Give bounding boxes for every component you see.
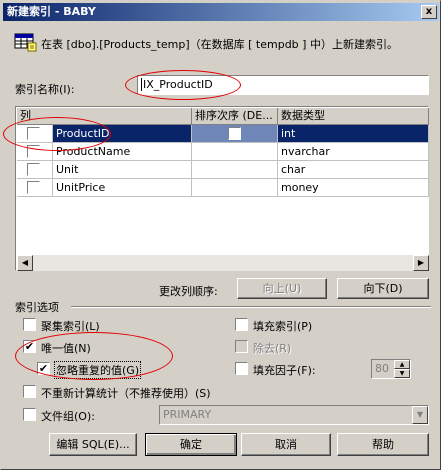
column-name-cell[interactable]: UnitPrice bbox=[53, 179, 192, 197]
column-name-cell[interactable]: Unit bbox=[53, 161, 192, 179]
sort-order-cell[interactable] bbox=[192, 143, 278, 161]
new-index-dialog: 新建索引 - BABY x 在表 [dbo].[Products_temp]（在… bbox=[0, 0, 441, 470]
table-row[interactable]: ✔ ProductID int bbox=[17, 125, 429, 143]
window-title: 新建索引 - BABY bbox=[7, 5, 96, 18]
columns-grid[interactable]: 列 排序次序 (DE... 数据类型 ✔ ProductID int Produ… bbox=[15, 106, 429, 271]
ignore-dup-label[interactable]: 忽略重复的值(G) bbox=[54, 361, 142, 379]
column-name-cell[interactable]: ProductName bbox=[53, 143, 192, 161]
pad-index-label[interactable]: 填充索引(P) bbox=[253, 318, 312, 334]
row-check-cell bbox=[17, 161, 53, 179]
data-type-cell[interactable]: int bbox=[278, 125, 429, 143]
title-bar[interactable]: 新建索引 - BABY x bbox=[3, 3, 439, 21]
table-row[interactable]: Unit char bbox=[17, 161, 429, 179]
grid-header-data-type[interactable]: 数据类型 bbox=[278, 108, 429, 125]
sort-order-checkbox[interactable] bbox=[228, 127, 241, 140]
index-options-label: 索引选项 bbox=[15, 301, 59, 314]
column-checkbox[interactable] bbox=[27, 145, 40, 158]
horizontal-scrollbar[interactable]: ◀ ▶ bbox=[17, 255, 429, 271]
table-row[interactable]: ProductName nvarchar bbox=[17, 143, 429, 161]
unique-label[interactable]: 唯一值(N) bbox=[41, 340, 91, 356]
clustered-checkbox[interactable] bbox=[23, 318, 36, 331]
sort-order-cell[interactable] bbox=[192, 179, 278, 197]
grid-header-sort-order[interactable]: 排序次序 (DE... bbox=[192, 108, 278, 125]
close-icon: x bbox=[425, 6, 433, 17]
fill-factor-label[interactable]: 填充因子(F): bbox=[253, 362, 316, 378]
table-row[interactable]: UnitPrice money bbox=[17, 179, 429, 197]
options-divider bbox=[71, 306, 431, 308]
index-name-input[interactable]: IX_ProductID bbox=[137, 75, 429, 95]
row-check-cell: ✔ bbox=[17, 125, 53, 143]
edit-sql-button[interactable]: 编辑 SQL(E)... bbox=[49, 433, 137, 456]
no-recompute-label[interactable]: 不重新计算统计（不推荐使用）(S) bbox=[41, 385, 211, 401]
ok-button[interactable]: 确定 bbox=[145, 433, 237, 456]
row-check-cell bbox=[17, 143, 53, 161]
scroll-left-icon[interactable]: ◀ bbox=[17, 255, 33, 271]
filegroup-value: PRIMARY bbox=[163, 408, 212, 421]
pad-index-checkbox[interactable] bbox=[235, 318, 248, 331]
index-name-value: IX_ProductID bbox=[141, 78, 213, 91]
data-type-cell[interactable]: char bbox=[278, 161, 429, 179]
column-checkbox[interactable] bbox=[27, 163, 40, 176]
reorder-label: 更改列顺序: bbox=[159, 285, 218, 298]
drop-existing-label[interactable]: 除去(R) bbox=[253, 340, 291, 356]
scroll-right-icon[interactable]: ▶ bbox=[413, 255, 429, 271]
chevron-down-icon[interactable]: ▼ bbox=[412, 406, 428, 424]
data-type-cell[interactable]: money bbox=[278, 179, 429, 197]
index-name-label: 索引名称(I): bbox=[15, 83, 75, 96]
drop-existing-checkbox[interactable] bbox=[235, 340, 248, 353]
filegroup-checkbox[interactable] bbox=[23, 408, 36, 421]
no-recompute-checkbox[interactable] bbox=[23, 385, 36, 398]
clustered-label[interactable]: 聚集索引(L) bbox=[41, 318, 100, 334]
column-checkbox[interactable]: ✔ bbox=[27, 127, 40, 140]
column-name-cell[interactable]: ProductID bbox=[53, 125, 192, 143]
sort-order-cell[interactable] bbox=[192, 161, 278, 179]
filegroup-select[interactable]: PRIMARY ▼ bbox=[159, 405, 429, 425]
fill-factor-spinner[interactable]: 80 ▲ ▼ bbox=[371, 359, 411, 379]
move-down-button[interactable]: 向下(D) bbox=[337, 278, 429, 299]
data-type-cell[interactable]: nvarchar bbox=[278, 143, 429, 161]
spin-down-icon[interactable]: ▼ bbox=[394, 369, 410, 378]
table-icon bbox=[13, 31, 37, 53]
spin-up-icon[interactable]: ▲ bbox=[394, 360, 410, 369]
close-button[interactable]: x bbox=[421, 5, 437, 19]
unique-checkbox[interactable]: ✔ bbox=[23, 340, 36, 353]
sort-order-cell[interactable] bbox=[192, 125, 278, 143]
grid-header-column[interactable]: 列 bbox=[17, 108, 192, 125]
column-checkbox[interactable] bbox=[27, 181, 40, 194]
filegroup-label[interactable]: 文件组(O): bbox=[41, 408, 95, 424]
ignore-dup-checkbox[interactable]: ✔ bbox=[37, 362, 50, 375]
description-text: 在表 [dbo].[Products_temp]（在数据库 [ tempdb ]… bbox=[41, 38, 398, 51]
cancel-button[interactable]: 取消 bbox=[241, 433, 331, 456]
fill-factor-value: 80 bbox=[375, 362, 389, 375]
move-up-button[interactable]: 向上(U) bbox=[237, 278, 327, 299]
fill-factor-checkbox[interactable] bbox=[235, 362, 248, 375]
help-button[interactable]: 帮助 bbox=[337, 433, 429, 456]
row-check-cell bbox=[17, 179, 53, 197]
